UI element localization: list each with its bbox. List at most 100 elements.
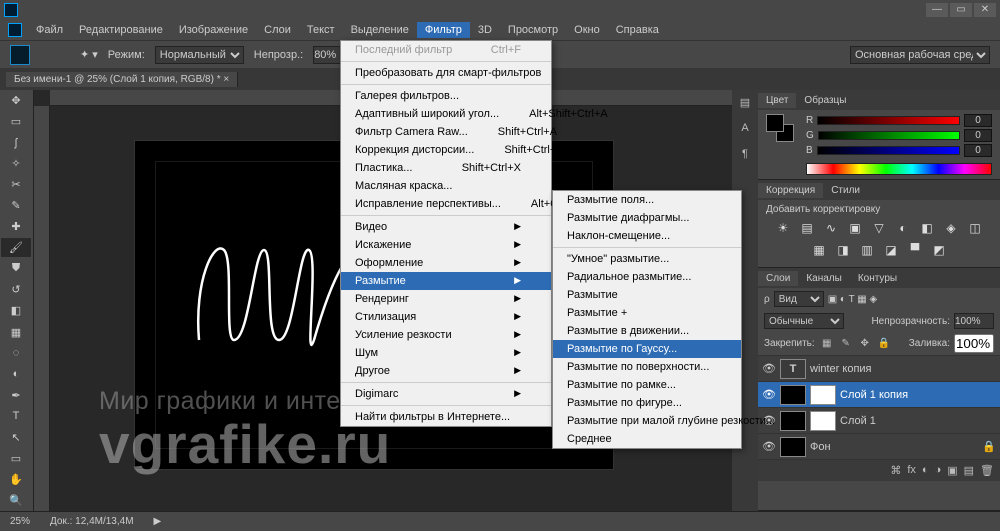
wand-tool[interactable]: ✧ (1, 154, 31, 173)
lookup-icon[interactable]: ▦ (810, 243, 828, 259)
menu-layer[interactable]: Слои (256, 22, 299, 38)
gradient-map-icon[interactable]: ▀ (906, 243, 924, 259)
red-value[interactable]: 0 (964, 114, 992, 127)
selective-icon[interactable]: ◩ (930, 243, 948, 259)
eraser-tool[interactable]: ◧ (1, 301, 31, 320)
menu-browse-filters[interactable]: Найти фильтры в Интернете... (341, 408, 551, 426)
menu-sharpen[interactable]: Усиление резкости▶ (341, 326, 551, 344)
blur-radial[interactable]: Радиальное размытие... (553, 268, 741, 286)
zoom-level[interactable]: 25% (10, 516, 30, 527)
adjustments-tab[interactable]: Коррекция (758, 183, 823, 198)
brush-tool[interactable]: 🖌 (1, 238, 31, 257)
lock-pixels-icon[interactable]: ▦ (819, 338, 835, 349)
marquee-tool[interactable]: ▭ (1, 112, 31, 131)
swatches-tab[interactable]: Образцы (796, 93, 854, 108)
layer-opacity-input[interactable] (954, 313, 994, 329)
menu-filter[interactable]: Фильтр (417, 22, 470, 38)
zoom-tool[interactable]: 🔍 (1, 491, 31, 510)
menu-video[interactable]: Видео▶ (341, 218, 551, 236)
dodge-tool[interactable]: ◐ (1, 365, 31, 384)
blur-more[interactable]: Размытие + (553, 304, 741, 322)
menu-wide-angle[interactable]: Адаптивный широкий угол...Alt+Shift+Ctrl… (341, 105, 551, 123)
menu-render[interactable]: Рендеринг▶ (341, 290, 551, 308)
layer-row[interactable]: 👁 Слой 1 (758, 408, 1000, 434)
link-layers-icon[interactable]: ⌘ (890, 464, 901, 477)
invert-icon[interactable]: ◨ (834, 243, 852, 259)
menu-camera-raw[interactable]: Фильтр Camera Raw...Shift+Ctrl+A (341, 123, 551, 141)
blue-value[interactable]: 0 (964, 144, 992, 157)
delete-layer-icon[interactable]: 🗑 (980, 464, 994, 477)
menu-distort[interactable]: Искажение▶ (341, 236, 551, 254)
layer-filter-select[interactable]: Вид (774, 291, 824, 307)
menu-other[interactable]: Другое▶ (341, 362, 551, 380)
foreground-background-swatch[interactable] (766, 114, 794, 142)
type-tool[interactable]: T (1, 407, 31, 426)
blur-surface[interactable]: Размытие по поверхности... (553, 358, 741, 376)
menu-help[interactable]: Справка (608, 22, 667, 38)
blur-lens[interactable]: Размытие при малой глубине резкости... (553, 412, 741, 430)
history-brush-tool[interactable]: ↺ (1, 280, 31, 299)
blur-box[interactable]: Размытие по рамке... (553, 376, 741, 394)
blur-motion[interactable]: Размытие в движении... (553, 322, 741, 340)
menu-pixelate[interactable]: Оформление▶ (341, 254, 551, 272)
lasso-tool[interactable]: ʃ (1, 133, 31, 152)
blur-shape[interactable]: Размытие по фигуре... (553, 394, 741, 412)
green-slider[interactable] (818, 131, 960, 140)
menu-last-filter[interactable]: Последний фильтрCtrl+F (341, 41, 551, 59)
paths-tab[interactable]: Контуры (850, 271, 905, 286)
menu-image[interactable]: Изображение (171, 22, 256, 38)
channels-tab[interactable]: Каналы (798, 271, 850, 286)
lock-paint-icon[interactable]: ✎ (838, 338, 854, 349)
blur-tool[interactable]: ◌ (1, 344, 31, 363)
layers-tab[interactable]: Слои (758, 271, 798, 286)
layer-row[interactable]: 👁 Фон 🔒 (758, 434, 1000, 460)
menu-window[interactable]: Окно (566, 22, 608, 38)
hue-strip[interactable] (806, 163, 992, 175)
vibrance-icon[interactable]: ▽ (870, 221, 888, 237)
adjustment-layer-icon[interactable]: ◑ (935, 464, 942, 477)
blur-gaussian[interactable]: Размытие по Гауссу... (553, 340, 741, 358)
pen-tool[interactable]: ✒ (1, 386, 31, 405)
menu-oil-paint[interactable]: Масляная краска... (341, 177, 551, 195)
layer-row[interactable]: 👁 T winter копия (758, 356, 1000, 382)
levels-icon[interactable]: ▤ (798, 221, 816, 237)
paragraph-panel-icon[interactable]: ¶ (736, 148, 754, 166)
menu-type[interactable]: Текст (299, 22, 343, 38)
blue-slider[interactable] (817, 146, 960, 155)
lock-all-icon[interactable]: 🔒 (876, 338, 892, 349)
shape-tool[interactable]: ▭ (1, 449, 31, 468)
red-slider[interactable] (817, 116, 960, 125)
layer-fill-input[interactable] (954, 334, 994, 353)
layer-row[interactable]: 👁 Слой 1 копия (758, 382, 1000, 408)
move-tool[interactable]: ✥ (1, 91, 31, 110)
menu-liquify[interactable]: Пластика...Shift+Ctrl+X (341, 159, 551, 177)
menu-3d[interactable]: 3D (470, 22, 500, 38)
blur-average[interactable]: Среднее (553, 430, 741, 448)
menu-select[interactable]: Выделение (343, 22, 417, 38)
layer-fx-icon[interactable]: fx (907, 464, 916, 477)
new-layer-icon[interactable]: ▤ (964, 464, 974, 477)
document-tab[interactable]: Без имени-1 @ 25% (Слой 1 копия, RGB/8) … (6, 72, 238, 87)
blur-submenu[interactable]: Размытие поля... Размытие диафрагмы... Н… (552, 190, 742, 449)
menu-filter-gallery[interactable]: Галерея фильтров... (341, 87, 551, 105)
color-tab[interactable]: Цвет (758, 93, 796, 108)
stamp-tool[interactable]: ⛊ (1, 259, 31, 278)
blur-smart[interactable]: "Умное" размытие... (553, 250, 741, 268)
blur-iris[interactable]: Размытие диафрагмы... (553, 209, 741, 227)
blend-mode-select[interactable]: Нормальный (155, 46, 244, 64)
bw-icon[interactable]: ◧ (918, 221, 936, 237)
photo-filter-icon[interactable]: ◈ (942, 221, 960, 237)
menu-file[interactable]: Файл (28, 22, 71, 38)
layer-mask-icon[interactable]: ◐ (922, 464, 929, 477)
mixer-icon[interactable]: ◫ (966, 221, 984, 237)
blur-tilt[interactable]: Наклон-смещение... (553, 227, 741, 245)
close-tab-icon[interactable]: × (223, 74, 229, 85)
menu-stylize[interactable]: Стилизация▶ (341, 308, 551, 326)
visibility-icon[interactable]: 👁 (762, 362, 776, 375)
eyedropper-tool[interactable]: ✎ (1, 196, 31, 215)
crop-tool[interactable]: ✂ (1, 175, 31, 194)
menu-vanishing-point[interactable]: Исправление перспективы...Alt+Ctrl+V (341, 195, 551, 213)
tool-preset-icon[interactable] (10, 45, 30, 65)
heal-tool[interactable]: ✚ (1, 217, 31, 236)
lock-move-icon[interactable]: ✥ (857, 338, 873, 349)
